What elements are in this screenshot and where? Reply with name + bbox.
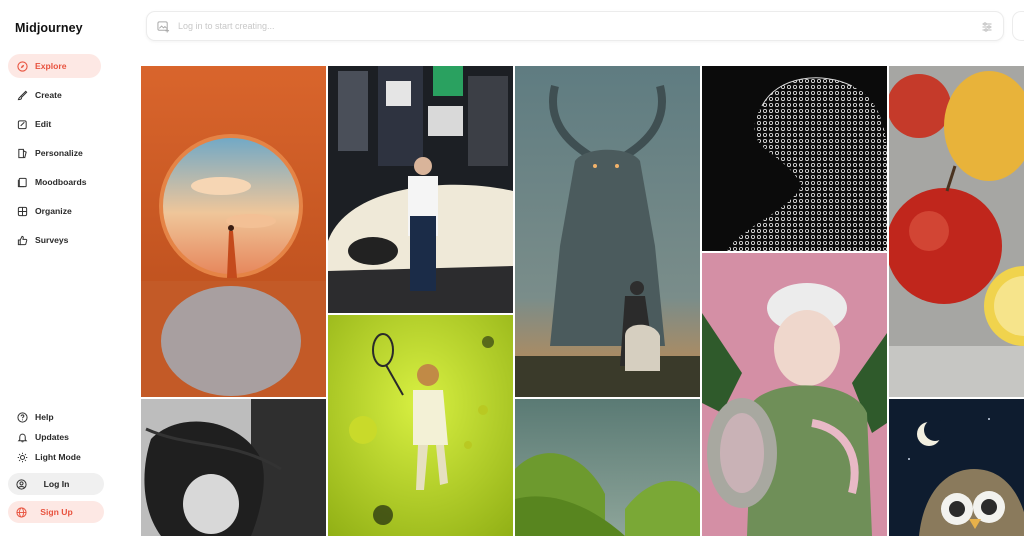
sun-icon <box>17 452 28 463</box>
gallery-image-red-apples-lemons[interactable] <box>889 66 1024 397</box>
prompt-bar <box>146 11 1004 41</box>
app-logo[interactable]: Midjourney <box>15 21 83 35</box>
prompt-input[interactable] <box>178 21 981 31</box>
nav-item-organize[interactable]: Organize <box>8 199 101 223</box>
help-link[interactable]: Help <box>8 407 104 427</box>
gallery-image-pink-beetle-child[interactable] <box>702 253 887 536</box>
updates-link[interactable]: Updates <box>8 427 104 447</box>
nav-label: Explore <box>35 61 67 71</box>
nav-label: Surveys <box>35 235 69 245</box>
updates-label: Updates <box>35 432 69 442</box>
explore-gallery <box>141 66 1024 536</box>
thumbs-up-icon <box>17 235 28 246</box>
side-action-button[interactable] <box>1012 11 1024 41</box>
help-label: Help <box>35 412 54 422</box>
personalize-icon <box>17 148 28 159</box>
light-mode-label: Light Mode <box>35 452 81 462</box>
nav-label: Personalize <box>35 148 83 158</box>
nav-label: Moodboards <box>35 177 87 187</box>
login-label: Log In <box>43 479 70 489</box>
gallery-image-green-hills[interactable] <box>515 399 700 536</box>
app-root: Midjourney Explore Create Edit Personali… <box>0 0 1024 536</box>
signup-button[interactable]: Sign Up <box>8 501 104 523</box>
brush-icon <box>17 90 28 101</box>
gallery-image-night-owl-moon[interactable] <box>889 399 1024 536</box>
edit-icon <box>17 119 28 130</box>
grid-icon <box>17 206 28 217</box>
nav-item-surveys[interactable]: Surveys <box>8 228 101 252</box>
gallery-image-street-car-girl[interactable] <box>328 66 513 313</box>
sidebar: Midjourney Explore Create Edit Personali… <box>0 0 140 536</box>
gallery-image-bw-wind-portrait[interactable] <box>141 399 326 536</box>
gallery-image-lace-leopard[interactable] <box>702 66 887 251</box>
moodboard-icon <box>17 177 28 188</box>
nav-item-explore[interactable]: Explore <box>8 54 101 78</box>
signup-label: Sign Up <box>40 507 73 517</box>
light-mode-toggle[interactable]: Light Mode <box>8 447 104 467</box>
nav-item-create[interactable]: Create <box>8 83 101 107</box>
gallery-image-horned-giant-knight[interactable] <box>515 66 700 397</box>
nav-label: Organize <box>35 206 72 216</box>
nav-label: Edit <box>35 119 52 129</box>
nav-item-moodboards[interactable]: Moodboards <box>8 170 101 194</box>
image-add-icon[interactable] <box>157 20 170 33</box>
login-button[interactable]: Log In <box>8 473 104 495</box>
gallery-image-tennis-kid-green[interactable] <box>328 315 513 536</box>
settings-sliders-icon[interactable] <box>981 20 993 32</box>
bell-icon <box>17 432 28 443</box>
compass-icon <box>17 60 28 72</box>
nav-label: Create <box>35 90 62 100</box>
nav-item-edit[interactable]: Edit <box>8 112 101 136</box>
gallery-image-portal-desert-woman[interactable] <box>141 66 326 397</box>
globe-icon <box>16 506 27 518</box>
nav-item-personalize[interactable]: Personalize <box>8 141 101 165</box>
help-icon <box>17 411 28 423</box>
user-icon <box>16 478 27 490</box>
